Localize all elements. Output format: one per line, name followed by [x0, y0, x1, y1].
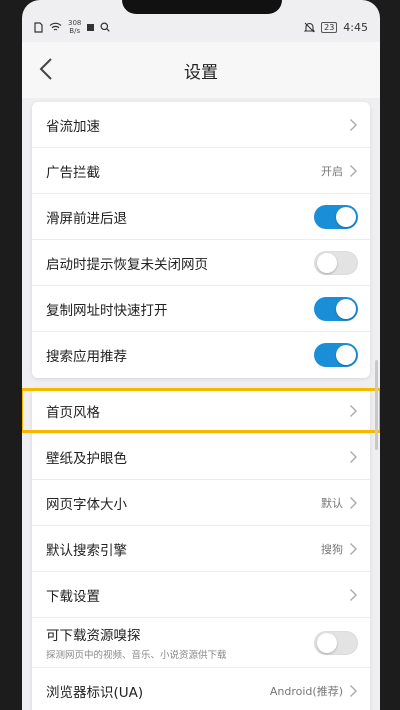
row-control: [314, 343, 358, 367]
scrollbar[interactable]: [375, 360, 378, 450]
chevron-right-icon: [350, 496, 357, 509]
toggle-knob: [336, 345, 356, 365]
camera-notch: [122, 0, 282, 14]
row-label: 网页字体大小: [46, 496, 127, 513]
mute-icon: [304, 22, 316, 32]
row-control: [314, 250, 358, 275]
row-control: [349, 118, 358, 132]
row-text: 首页风格: [46, 401, 100, 421]
settings-row[interactable]: 默认搜索引擎 搜狗: [32, 526, 370, 572]
page-title: 设置: [184, 62, 218, 83]
wifi-icon: [49, 22, 62, 31]
row-label: 启动时提示恢复未关闭网页: [46, 256, 208, 273]
settings-row[interactable]: 网页字体大小 默认: [32, 480, 370, 526]
row-text: 下载设置: [46, 585, 100, 605]
row-label: 浏览器标识(UA): [46, 685, 144, 701]
clock: 4:45: [343, 20, 368, 34]
row-label: 默认搜索引擎: [46, 542, 127, 559]
row-control: 默认: [321, 495, 358, 511]
row-label: 滑屏前进后退: [46, 210, 127, 227]
settings-row[interactable]: 启动时提示恢复未关闭网页: [32, 240, 370, 286]
row-text: 搜索应用推荐: [46, 345, 127, 365]
battery-indicator: 23: [321, 21, 338, 33]
row-control: [314, 630, 358, 655]
toggle-switch[interactable]: [314, 204, 358, 229]
page-header: 设置: [22, 42, 380, 98]
settings-row[interactable]: 壁纸及护眼色: [32, 434, 370, 480]
chevron-right-icon: [350, 685, 357, 697]
settings-row[interactable]: 下载设置: [32, 572, 370, 618]
chevron-right-icon: [350, 588, 357, 601]
row-label: 可下载资源嗅探: [46, 628, 141, 644]
row-control: [349, 588, 358, 602]
settings-row[interactable]: 滑屏前进后退: [32, 194, 370, 240]
row-label: 搜索应用推荐: [46, 349, 127, 365]
row-control: 搜狗: [321, 541, 358, 557]
network-speed-value: 308: [68, 19, 82, 27]
row-control: [349, 450, 358, 464]
row-text: 启动时提示恢复未关闭网页: [46, 253, 208, 273]
row-control: [314, 204, 358, 229]
toggle-switch[interactable]: [314, 343, 358, 367]
search-icon: [100, 22, 111, 32]
settings-row[interactable]: 首页风格: [22, 388, 380, 434]
settings-group-display: 首页风格壁纸及护眼色 网页字体大小 默认默认搜索引擎 搜狗下载设置可下载资源嗅探探测网…: [22, 388, 380, 710]
settings-row[interactable]: 搜索应用推荐: [32, 332, 370, 378]
toggle-knob: [336, 298, 356, 319]
toggle-knob: [317, 252, 337, 273]
row-control: [314, 296, 358, 321]
row-control: [349, 404, 358, 418]
chevron-right-icon: [350, 164, 357, 177]
row-text: 省流加速: [46, 115, 100, 135]
row-label: 广告拦截: [46, 164, 100, 181]
settings-group-general: 省流加速广告拦截 开启滑屏前进后退启动时提示恢复未关闭网页 复制网址时快速打开 搜索应…: [32, 102, 370, 378]
row-value: 搜狗: [321, 542, 343, 556]
network-speed: 308 B/s: [68, 19, 81, 35]
toggle-switch[interactable]: [314, 630, 358, 655]
row-text: 复制网址时快速打开: [46, 299, 168, 319]
settings-list: 省流加速广告拦截 开启滑屏前进后退启动时提示恢复未关闭网页 复制网址时快速打开 搜索应…: [22, 100, 380, 710]
screen: 308 B/s 23 4:45 设置 省流加速广告拦截 开启滑屏前进后退启动时提示…: [22, 0, 380, 710]
row-value: 默认: [321, 496, 343, 510]
network-speed-unit: B/s: [69, 27, 81, 35]
toggle-knob: [336, 206, 356, 227]
row-value: Android(推荐): [269, 685, 343, 698]
row-text: 壁纸及护眼色: [46, 447, 127, 467]
row-text: 浏览器标识(UA): [46, 681, 143, 701]
row-text: 网页字体大小: [46, 493, 127, 513]
row-label: 省流加速: [46, 118, 100, 135]
row-text: 默认搜索引擎: [46, 539, 127, 559]
row-label: 首页风格: [46, 404, 100, 421]
row-text: 滑屏前进后退: [46, 207, 127, 227]
chevron-right-icon: [350, 118, 357, 131]
settings-row[interactable]: 复制网址时快速打开: [32, 286, 370, 332]
row-control: Android(推荐): [270, 683, 358, 699]
chevron-right-icon: [350, 450, 357, 463]
row-text: 广告拦截: [46, 161, 100, 181]
chevron-right-icon: [350, 542, 357, 555]
settings-row[interactable]: 可下载资源嗅探探测网页中的视频、音乐、小说资源供下载: [32, 618, 370, 668]
settings-row[interactable]: 省流加速: [32, 102, 370, 148]
back-arrow-icon[interactable]: [34, 56, 60, 82]
sim-icon: [34, 21, 43, 33]
row-value: 开启: [321, 164, 343, 178]
toggle-switch[interactable]: [314, 250, 358, 275]
row-description: 探测网页中的视频、音乐、小说资源供下载: [46, 650, 227, 661]
row-label: 下载设置: [46, 588, 100, 605]
row-label: 壁纸及护眼色: [46, 450, 127, 467]
chevron-right-icon: [350, 404, 357, 417]
row-label: 复制网址时快速打开: [46, 302, 168, 319]
notification-icon: [87, 23, 95, 31]
row-control: 开启: [321, 163, 358, 179]
settings-row[interactable]: 浏览器标识(UA) Android(推荐): [32, 668, 370, 710]
settings-row[interactable]: 广告拦截 开启: [32, 148, 370, 194]
status-bar: 308 B/s 23 4:45: [22, 14, 380, 40]
toggle-knob: [317, 632, 337, 653]
row-text: 可下载资源嗅探探测网页中的视频、音乐、小说资源供下载: [46, 624, 227, 661]
toggle-switch[interactable]: [314, 296, 358, 321]
phone-frame: 308 B/s 23 4:45 设置 省流加速广告拦截 开启滑屏前进后退启动时提示…: [0, 0, 400, 710]
